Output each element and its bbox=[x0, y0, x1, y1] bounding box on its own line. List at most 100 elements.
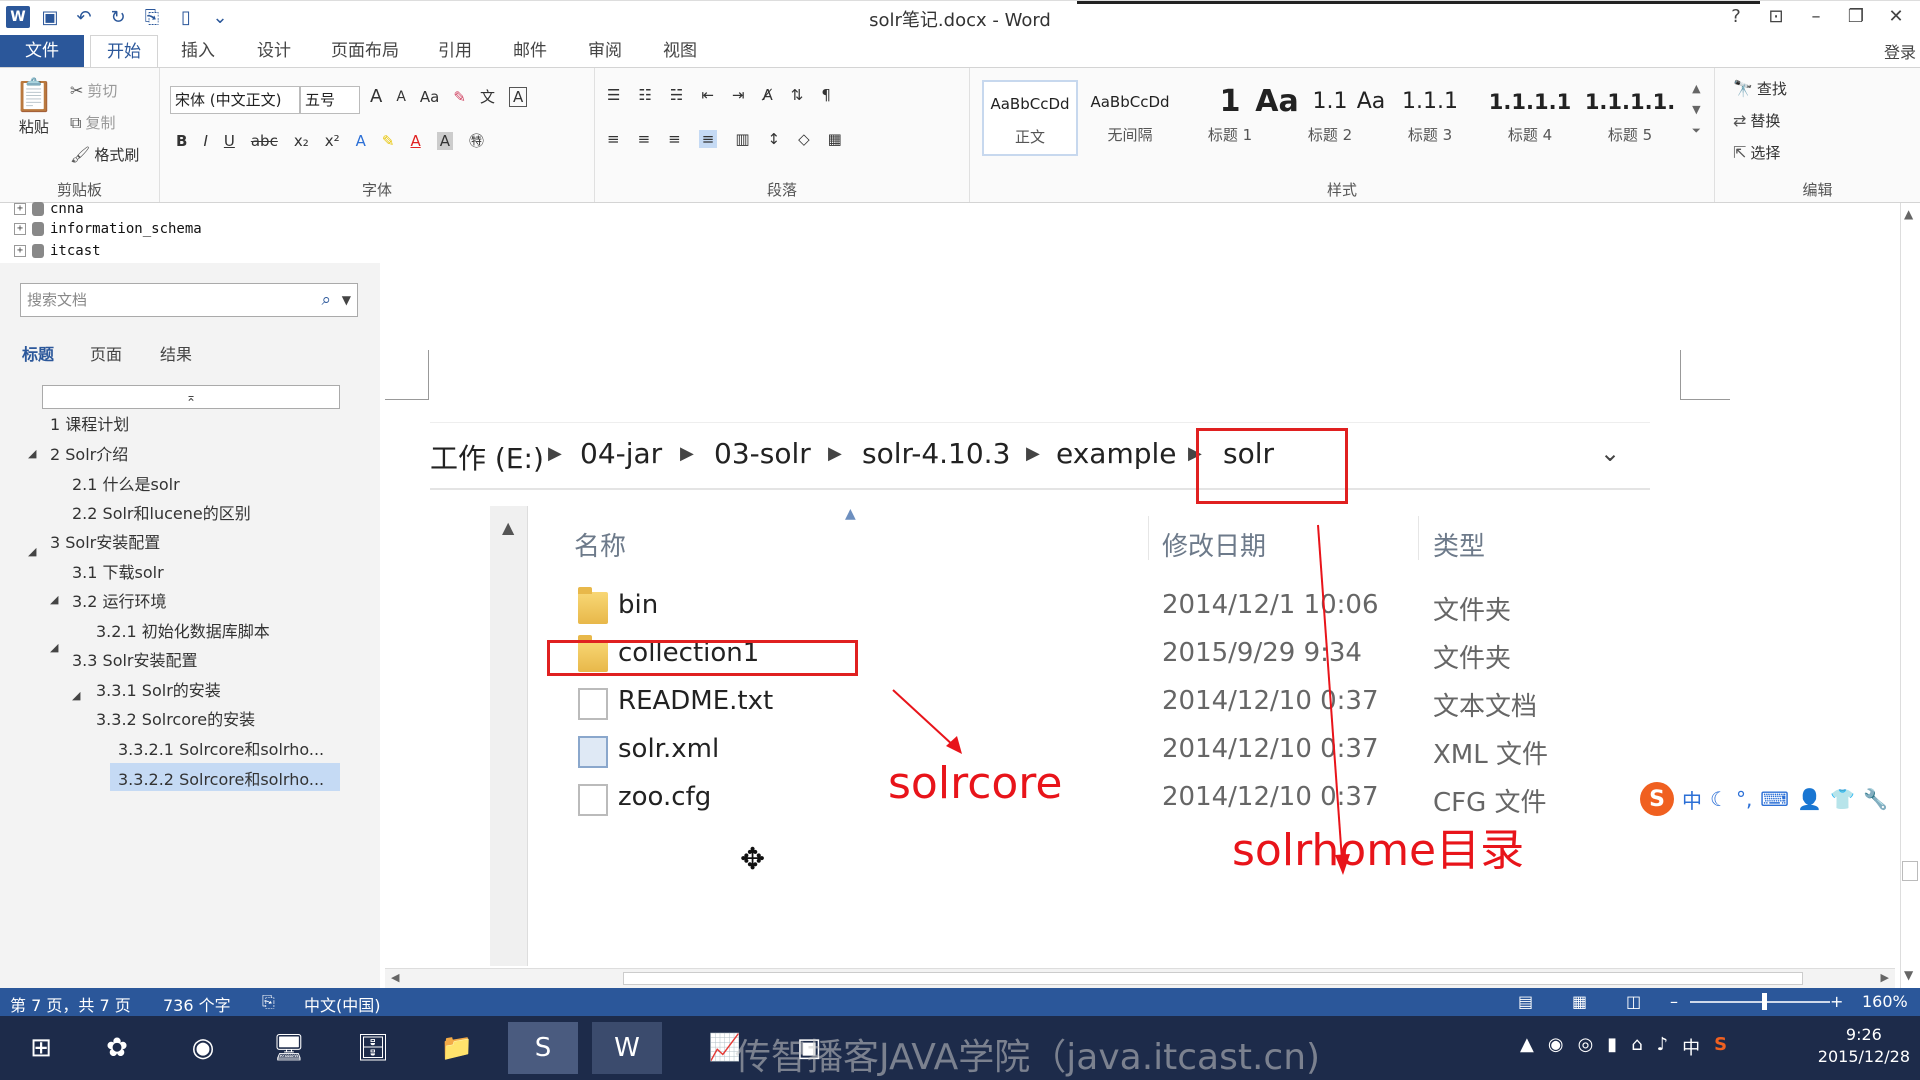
tab-references[interactable]: 引用 bbox=[425, 35, 485, 67]
ribbon-display-icon[interactable]: ⊡ bbox=[1758, 3, 1794, 29]
wrench-icon[interactable]: 🔧 bbox=[1863, 787, 1888, 811]
chevron-right-icon[interactable]: ▶ bbox=[828, 443, 842, 464]
align-right-icon[interactable]: ≡ bbox=[668, 130, 681, 148]
language-indicator[interactable]: 中文(中国) bbox=[304, 992, 381, 1016]
line-spacing-icon[interactable]: ↕ bbox=[768, 130, 781, 148]
column-header-date[interactable]: 修改日期 bbox=[1162, 526, 1266, 563]
style-heading-5[interactable]: 1.1.1.1. 标题 5 bbox=[1582, 80, 1678, 156]
zoom-in-button[interactable]: + bbox=[1830, 992, 1843, 1011]
heading-item[interactable]: 3.3 Solr安装配置 bbox=[72, 647, 198, 671]
tree-row[interactable]: + information_schema bbox=[14, 221, 202, 237]
tree-row[interactable]: + itcast bbox=[14, 243, 101, 259]
search-document-input[interactable]: 搜索文档 ⌕ ▼ bbox=[20, 283, 358, 317]
tab-pages[interactable]: 页面 bbox=[90, 341, 122, 365]
show-marks-icon[interactable]: ¶ bbox=[821, 86, 831, 104]
server-manager-icon[interactable]: 🗄 bbox=[338, 1022, 408, 1074]
user-icon[interactable]: 👤 bbox=[1797, 787, 1822, 811]
chevron-right-icon[interactable]: ▶ bbox=[680, 443, 694, 464]
column-divider[interactable] bbox=[1148, 516, 1149, 560]
chevron-right-icon[interactable]: ▶ bbox=[548, 443, 562, 464]
chevron-right-icon[interactable]: ▶ bbox=[1026, 443, 1040, 464]
shading-icon[interactable]: ◇ bbox=[798, 130, 810, 148]
page-indicator[interactable]: 第 7 页，共 7 页 bbox=[10, 992, 131, 1016]
justify-icon[interactable]: ≡ bbox=[698, 130, 718, 148]
shirt-icon[interactable]: 👕 bbox=[1830, 787, 1855, 811]
decrease-indent-icon[interactable]: ⇤ bbox=[701, 86, 714, 104]
file-row[interactable]: bin 2014/12/1 10:06 文件夹 bbox=[490, 586, 1650, 634]
zoom-level[interactable]: 160% bbox=[1862, 992, 1908, 1011]
heading-item[interactable]: 1 课程计划 bbox=[50, 411, 129, 435]
collapse-triangle-icon[interactable]: ◢ bbox=[50, 641, 58, 654]
heading-item[interactable]: 2 Solr介绍 bbox=[50, 441, 128, 465]
highlight-icon[interactable]: ✎ bbox=[382, 132, 395, 150]
multilevel-list-icon[interactable]: ☵ bbox=[670, 86, 683, 104]
style-heading-4[interactable]: 1.1.1.1 标题 4 bbox=[1482, 80, 1578, 156]
moon-icon[interactable]: ☾ bbox=[1710, 787, 1728, 811]
breadcrumb-item[interactable]: solr-4.10.3 bbox=[862, 437, 1010, 470]
heading-item[interactable]: 3.1 下载solr bbox=[72, 559, 164, 583]
start-button[interactable]: ⊞ bbox=[6, 1022, 76, 1074]
file-row[interactable]: README.txt 2014/12/10 0:37 文本文档 bbox=[490, 682, 1650, 730]
underline-button[interactable]: U bbox=[224, 132, 235, 150]
collapse-triangle-icon[interactable]: ◢ bbox=[28, 545, 36, 558]
security-icon[interactable]: ◉ bbox=[1548, 1034, 1564, 1060]
proofing-icon[interactable]: ⎘ bbox=[262, 992, 275, 1012]
heading-item[interactable]: 3.3.1 Solr的安装 bbox=[96, 677, 221, 701]
vertical-scrollbar[interactable]: ▲ ▼ bbox=[1900, 203, 1920, 988]
ime-toolbar[interactable]: S 中 ☾ °, ⌨ 👤 👕 🔧 bbox=[1640, 780, 1910, 818]
collapse-triangle-icon[interactable]: ◢ bbox=[50, 593, 58, 606]
tab-mailings[interactable]: 邮件 bbox=[500, 35, 560, 67]
bullets-icon[interactable]: ☰ bbox=[607, 86, 620, 104]
scroll-thumb[interactable] bbox=[623, 972, 1803, 985]
heading-item-selected[interactable]: 3.3.2.2 Solrcore和solrho... bbox=[118, 766, 324, 790]
font-color-icon[interactable]: A bbox=[410, 132, 420, 150]
chevron-down-icon[interactable]: ▼ bbox=[342, 284, 351, 316]
style-no-spacing[interactable]: AaBbCcDd 无间隔 bbox=[1082, 80, 1178, 156]
chevron-down-icon[interactable]: ⌄ bbox=[1600, 439, 1620, 467]
word-count[interactable]: 736 个字 bbox=[163, 992, 231, 1016]
style-heading-3[interactable]: 1.1.1 标题 3 bbox=[1382, 80, 1478, 156]
breadcrumb-item[interactable]: 工作 (E:) bbox=[430, 437, 544, 477]
format-painter-button[interactable]: 🖌 格式刷 bbox=[70, 144, 139, 165]
search-icon[interactable]: ⌕ bbox=[321, 284, 331, 316]
breadcrumb-item[interactable]: 03-solr bbox=[714, 437, 811, 470]
tab-view[interactable]: 视图 bbox=[650, 35, 710, 67]
show-hidden-icons[interactable]: ▲ bbox=[1520, 1034, 1534, 1060]
grow-font-button[interactable]: A bbox=[370, 86, 382, 107]
scroll-down-icon[interactable]: ▼ bbox=[1904, 968, 1913, 982]
help-icon[interactable]: ? bbox=[1718, 3, 1754, 29]
tab-headings[interactable]: 标题 bbox=[22, 341, 54, 365]
horizontal-scrollbar[interactable]: ◀ ▶ bbox=[385, 968, 1895, 988]
word-taskbar-icon[interactable]: W bbox=[592, 1022, 662, 1074]
collapse-triangle-icon[interactable]: ◢ bbox=[28, 447, 36, 460]
text-effects-icon[interactable]: A bbox=[356, 132, 366, 150]
read-mode-icon[interactable]: ▤ bbox=[1518, 992, 1533, 1011]
tab-results[interactable]: 结果 bbox=[160, 341, 192, 365]
sogou-tray-icon[interactable]: S bbox=[1714, 1034, 1727, 1060]
expand-icon[interactable]: + bbox=[14, 203, 26, 215]
tree-row[interactable]: + cnna bbox=[14, 201, 84, 217]
heading-item[interactable]: 3.3.2.1 Solrcore和solrho... bbox=[118, 736, 324, 760]
column-header-name[interactable]: 名称 bbox=[574, 526, 626, 563]
explorer-address-bar[interactable]: 工作 (E:) ▶ 04-jar ▶ 03-solr ▶ solr-4.10.3… bbox=[430, 422, 1650, 490]
increase-indent-icon[interactable]: ⇥ bbox=[732, 86, 745, 104]
shrink-font-button[interactable]: A bbox=[396, 89, 406, 105]
ime-language[interactable]: 中 bbox=[1682, 785, 1702, 814]
select-button[interactable]: ⇱ 选择 bbox=[1733, 142, 1780, 163]
align-center-icon[interactable]: ≡ bbox=[638, 130, 651, 148]
numbering-icon[interactable]: ☷ bbox=[638, 86, 651, 104]
punctuation-icon[interactable]: °, bbox=[1736, 787, 1752, 811]
tray-ime-language[interactable]: 中 bbox=[1682, 1034, 1700, 1060]
minimize-button[interactable]: – bbox=[1798, 3, 1834, 29]
scroll-up-icon[interactable]: ▲ bbox=[502, 518, 514, 537]
bold-button[interactable]: B bbox=[176, 132, 187, 150]
sogou-logo-icon[interactable]: S bbox=[1640, 782, 1674, 816]
paste-button[interactable]: 📋 粘贴 bbox=[14, 76, 54, 137]
tab-home[interactable]: 开始 bbox=[90, 35, 158, 67]
color-app-icon[interactable]: ✿ bbox=[82, 1022, 152, 1074]
explorer-scrollbar[interactable]: ▲ bbox=[490, 506, 528, 966]
column-header-type[interactable]: 类型 bbox=[1433, 526, 1485, 563]
char-shading-icon[interactable]: A bbox=[436, 131, 453, 150]
enclose-char-icon[interactable]: ㊕ bbox=[469, 130, 484, 151]
heading-item[interactable]: 3.2.1 初始化数据库脚本 bbox=[96, 618, 270, 642]
